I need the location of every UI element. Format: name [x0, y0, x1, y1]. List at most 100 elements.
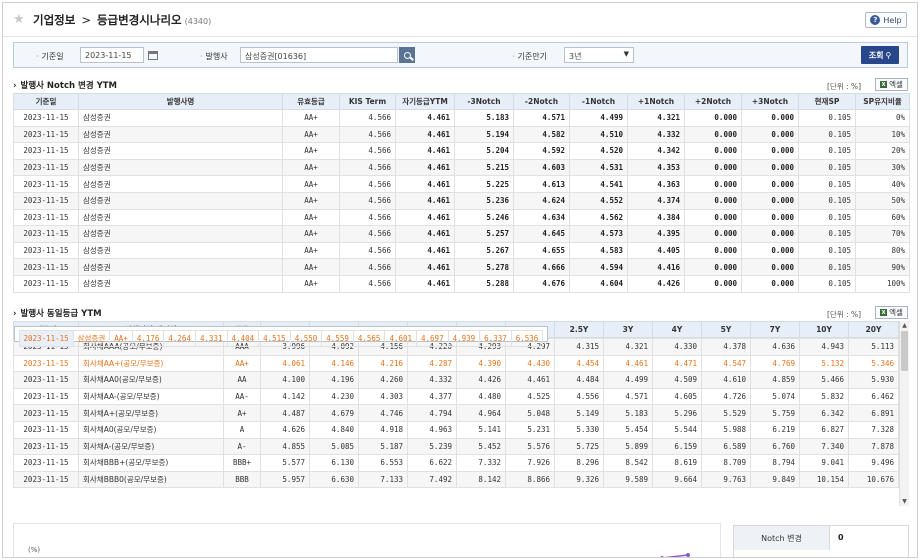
table-cell: 4.353: [627, 158, 685, 177]
column-header[interactable]: 2.5Y: [554, 321, 604, 338]
table-cell: 4.454: [554, 354, 604, 373]
table-row[interactable]: 2023-11-15 회사채BBB+(공모/무보증) BBB+ 5.577 6.130 6…: [13, 454, 899, 472]
table-cell: 6.462: [848, 387, 899, 406]
table-cell: 삼성증권: [78, 125, 283, 144]
table-cell: 30%: [855, 158, 910, 177]
column-header[interactable]: +2Notch: [684, 93, 742, 110]
table-cell: 4.142: [260, 387, 310, 406]
table-row[interactable]: 2023-11-15 삼성증권 AA+ 4.566 4.461 5.288 4.676 4.6…: [13, 274, 910, 293]
table-cell: 70%: [855, 225, 910, 243]
table-scrollbar[interactable]: ▲ ▼: [899, 321, 909, 506]
table-cell: 2023-11-15: [13, 470, 79, 489]
favorite-star-icon[interactable]: ★: [13, 12, 25, 27]
column-header[interactable]: -3Notch: [454, 93, 514, 110]
table-cell: 4.582: [513, 125, 570, 144]
table-cell: 4.566: [339, 191, 396, 210]
column-header[interactable]: 7Y: [750, 321, 800, 338]
table-cell: 10.676: [848, 470, 899, 489]
column-header[interactable]: 유효등급: [282, 93, 340, 110]
table-cell: 5.048: [505, 404, 555, 422]
section2-excel-button[interactable]: X 엑셀: [875, 306, 908, 319]
table-row[interactable]: 2023-11-15 삼성증권 AA+ 4.566 4.461 5.236 4.624 4.5…: [13, 191, 910, 210]
column-header[interactable]: -2Notch: [513, 93, 570, 110]
column-header[interactable]: 발행사명: [78, 93, 283, 110]
table-row[interactable]: 2023-11-15 회사채BBB0(공모/무보증) BBB 5.957 6.630 7.…: [13, 470, 899, 489]
column-header[interactable]: +1Notch: [627, 93, 685, 110]
table-row[interactable]: 2023-11-15 회사채A+(공모/무보증) A+ 4.487 4.679 4.746…: [13, 404, 899, 422]
column-header[interactable]: 5Y: [701, 321, 751, 338]
table-row[interactable]: 2023-11-15 삼성증권 AA+ 4.566 4.461 5.225 4.613 4.5…: [13, 175, 910, 193]
column-header[interactable]: 현재SP: [798, 93, 856, 110]
table-cell: 4.605: [652, 387, 702, 406]
period-select[interactable]: 3년 ▼: [564, 47, 634, 63]
column-header[interactable]: SP유지비율: [855, 93, 910, 110]
column-header[interactable]: 20Y: [848, 321, 899, 338]
table-cell: 5.930: [848, 371, 899, 389]
date-input[interactable]: 2023-11-15: [80, 47, 144, 63]
table-cell: 0.105: [798, 158, 856, 177]
table-row[interactable]: 2023-11-15 삼성증권 AA+ 4.566 4.461 5.215 4.603 4.5…: [13, 158, 910, 177]
table-row[interactable]: 2023-11-15 회사채A0(공모/무보증) A 4.626 4.840 4.918 4…: [13, 420, 899, 439]
table-cell: 20%: [855, 142, 910, 160]
section2-unit: [단위 : %]: [827, 310, 862, 319]
table-cell: 4.943: [799, 338, 849, 356]
column-header[interactable]: 3Y: [603, 321, 653, 338]
table-cell: 2023-11-15: [13, 109, 79, 127]
table-row[interactable]: 2023-11-15 회사채A-(공모/무보증) A- 4.855 5.085 5.187…: [13, 437, 899, 456]
table-cell: 4.342: [627, 142, 685, 160]
section2-title: 발행사 동일등급 YTM: [13, 307, 102, 319]
query-button[interactable]: 조회 ⚲: [861, 46, 899, 64]
column-header[interactable]: KIS Term: [339, 93, 396, 110]
table-cell: 0.000: [741, 142, 799, 160]
help-button[interactable]: ? Help: [865, 12, 907, 28]
scroll-down-icon[interactable]: ▼: [900, 497, 909, 506]
table-cell: 5.225: [454, 175, 514, 193]
column-header[interactable]: 4Y: [652, 321, 702, 338]
table-row[interactable]: 2023-11-15 삼성증권 AA+ 4.176 4.264 4.331 4.404 4.5…: [13, 325, 549, 348]
calendar-button[interactable]: [145, 47, 161, 63]
table-cell: 4.510: [569, 125, 628, 144]
table-cell: 9.849: [750, 470, 800, 489]
table-cell: 2023-11-15: [13, 142, 79, 160]
table-cell: 4.330: [652, 338, 702, 356]
issuer-search-button[interactable]: [399, 47, 415, 63]
table-cell: 5.899: [603, 437, 653, 456]
table-row[interactable]: 2023-11-15 회사채AA0(공모/무보증) AA 4.100 4.196 4.26…: [13, 371, 899, 389]
table-row[interactable]: 2023-11-15 회사채AA-(공모/무보증) AA- 4.142 4.230 4.3…: [13, 387, 899, 406]
column-header[interactable]: 기준일: [13, 93, 79, 110]
scroll-up-icon[interactable]: ▲: [900, 321, 909, 330]
table-cell: 4.426: [627, 274, 685, 293]
column-header[interactable]: -1Notch: [569, 93, 628, 110]
table-row[interactable]: 2023-11-15 삼성증권 AA+ 4.566 4.461 5.246 4.634 4.5…: [13, 208, 910, 227]
table-cell: 4.260: [358, 371, 408, 389]
table-cell: 4.918: [358, 420, 408, 439]
table-cell: 4.679: [309, 404, 359, 422]
table-cell: 5.246: [454, 208, 514, 227]
table-cell: 회사채A0(공모/무보증): [78, 420, 224, 439]
table-row[interactable]: 2023-11-15 삼성증권 AA+ 4.566 4.461 5.204 4.592 4.5…: [13, 142, 910, 160]
table-row[interactable]: 2023-11-15 삼성증권 AA+ 4.566 4.461 5.194 4.582 4.5…: [13, 125, 910, 144]
column-header[interactable]: 자기등급YTM: [395, 93, 455, 110]
section1-excel-button[interactable]: X 엑셀: [875, 78, 908, 91]
notch-change-label: Notch 변경: [734, 526, 830, 550]
issuer-input[interactable]: 삼성증권[01636]: [240, 47, 398, 63]
table-cell: 5.988: [701, 420, 751, 439]
help-label: Help: [883, 15, 902, 25]
table-cell: 4.566: [339, 258, 396, 276]
table-cell: 2023-11-15: [13, 371, 79, 389]
table-row[interactable]: 2023-11-15 회사채AA+(공모/무보증) AA+ 4.061 4.146 4.2…: [13, 354, 899, 373]
table-row[interactable]: 2023-11-15 삼성증권 AA+ 4.566 4.461 5.267 4.655 4.5…: [13, 241, 910, 260]
notch-change-value[interactable]: 0: [838, 533, 844, 542]
table-cell: 4.604: [569, 274, 628, 293]
table-cell: 4.610: [701, 371, 751, 389]
issuer-label: 발행사: [200, 51, 228, 62]
table-cell: 2023-11-15: [13, 387, 79, 406]
table-cell: AA+: [282, 208, 340, 227]
table-cell: BBB+: [223, 454, 261, 472]
table-row[interactable]: 2023-11-15 삼성증권 AA+ 4.566 4.461 5.278 4.666 4.5…: [13, 258, 910, 276]
table-row[interactable]: 2023-11-15 삼성증권 AA+ 4.566 4.461 5.257 4.645 4.5…: [13, 225, 910, 243]
table-row[interactable]: 2023-11-15 삼성증권 AA+ 4.566 4.461 5.183 4.571 4.4…: [13, 109, 910, 127]
column-header[interactable]: 10Y: [799, 321, 849, 338]
scroll-thumb[interactable]: [901, 331, 908, 371]
column-header[interactable]: +3Notch: [741, 93, 799, 110]
